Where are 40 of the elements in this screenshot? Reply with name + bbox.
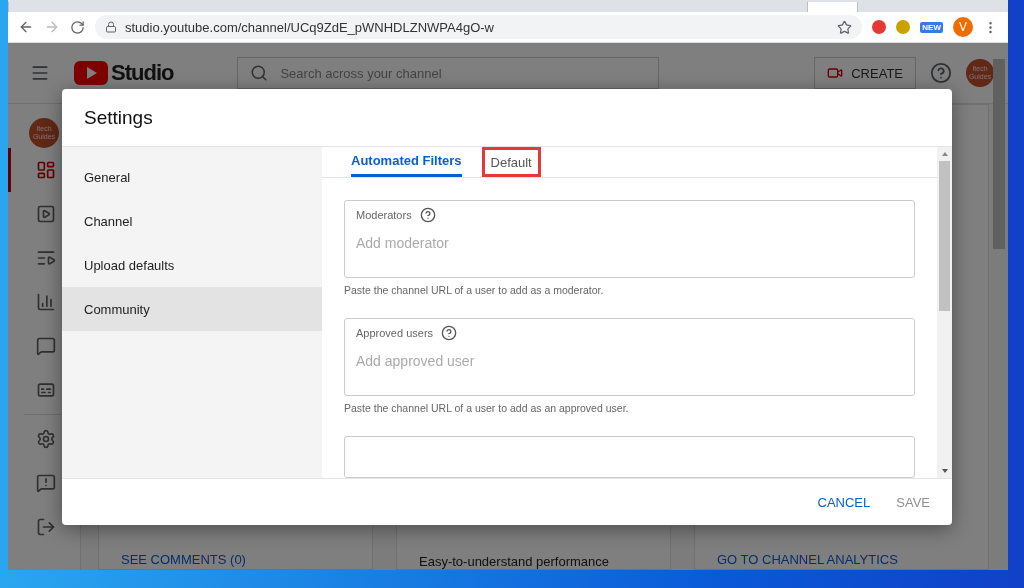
field-label: Moderators bbox=[356, 209, 412, 221]
star-icon[interactable] bbox=[837, 19, 853, 35]
camera-icon bbox=[827, 65, 844, 81]
help-icon[interactable] bbox=[930, 62, 952, 84]
field-hint: Paste the channel URL of a user to add as an approved user. bbox=[344, 402, 630, 414]
logo-text: Studio bbox=[111, 60, 174, 86]
search-icon bbox=[250, 64, 269, 82]
nav-item[interactable]: Community bbox=[62, 287, 322, 331]
extension-icon[interactable] bbox=[872, 20, 887, 34]
card-link[interactable]: SEE COMMENTS (0) bbox=[121, 552, 350, 567]
search-placeholder: Search across your channel bbox=[280, 65, 442, 81]
play-logo-icon bbox=[74, 61, 108, 85]
card-link[interactable]: GO TO CHANNEL ANALYTICS bbox=[717, 552, 966, 567]
lock-icon bbox=[105, 21, 117, 33]
input-field[interactable]: Approved users Add approved user bbox=[344, 318, 915, 396]
help-icon[interactable] bbox=[419, 207, 436, 223]
create-button[interactable]: CREATE bbox=[814, 57, 916, 89]
nav-item[interactable]: Channel bbox=[62, 199, 322, 243]
nav-item[interactable]: General bbox=[62, 155, 322, 199]
help-icon[interactable] bbox=[441, 325, 458, 341]
menu-icon[interactable] bbox=[30, 63, 50, 83]
field-label: Approved users bbox=[356, 327, 434, 339]
back-icon[interactable] bbox=[18, 19, 34, 35]
card-text: Easy-to-understand performance bbox=[419, 554, 611, 569]
scroll-up-icon[interactable] bbox=[940, 150, 949, 158]
scrollbar-thumb[interactable] bbox=[993, 59, 1005, 249]
tab[interactable]: Automated Filters bbox=[351, 147, 462, 177]
scroll-down-icon[interactable] bbox=[940, 467, 949, 475]
address-bar[interactable]: studio.youtube.com/channel/UCq9ZdE_pWNHDLZNWPA4gO-w bbox=[95, 15, 863, 39]
nav-item[interactable]: Upload defaults bbox=[62, 243, 322, 287]
url-text: studio.youtube.com/channel/UCq9ZdE_pWNHDLZNWPA4gO-w bbox=[125, 19, 495, 35]
reload-icon[interactable] bbox=[70, 19, 85, 35]
cancel-button[interactable]: CANCEL bbox=[809, 486, 879, 518]
profile-avatar[interactable]: V bbox=[953, 17, 973, 37]
input-field[interactable] bbox=[344, 436, 915, 478]
new-badge[interactable]: NEW bbox=[920, 21, 943, 33]
scrollbar[interactable] bbox=[937, 147, 952, 478]
field-hint: Paste the channel URL of a user to add as a moderator. bbox=[344, 284, 605, 296]
tab[interactable]: Default bbox=[481, 147, 541, 177]
input-field[interactable]: Moderators Add moderator bbox=[344, 200, 915, 278]
